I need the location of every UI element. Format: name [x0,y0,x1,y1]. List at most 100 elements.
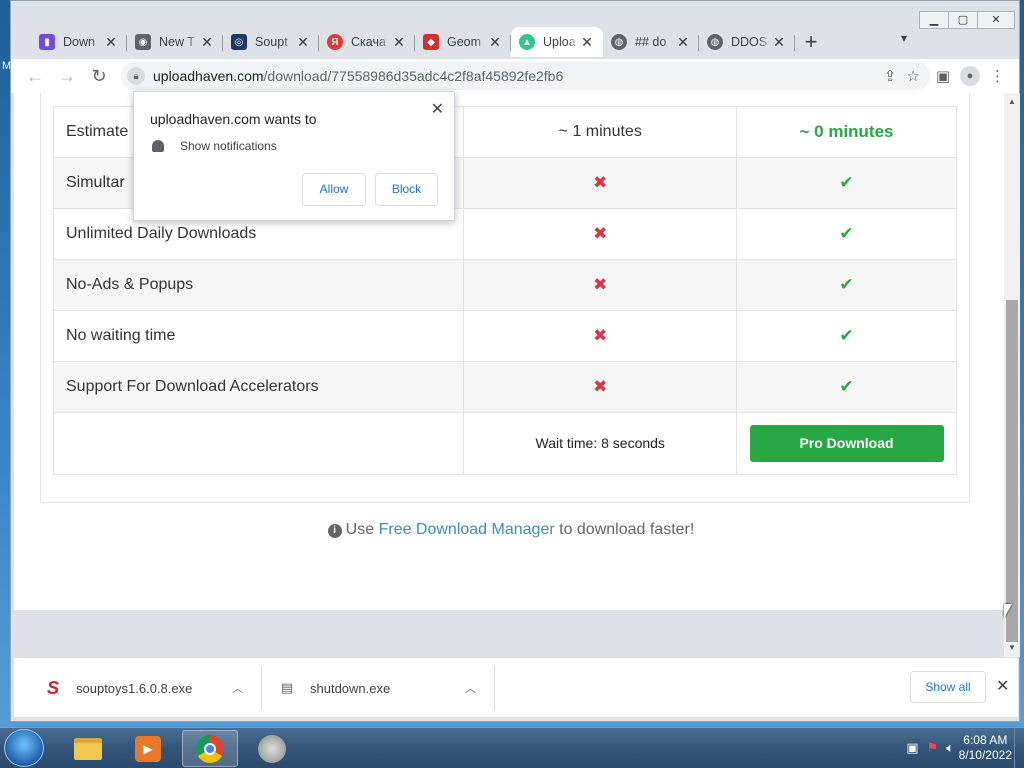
tab-title: New T [159,35,195,49]
tab-6[interactable]: ◍ ## do ✕ [603,27,699,57]
table-row: No waiting time ✖ ✔ [52,310,957,362]
taskbar-chrome[interactable] [182,730,238,767]
table-row: Support For Download Accelerators ✖ ✔ [52,361,957,413]
close-icon[interactable]: ✕ [431,99,444,119]
download-item[interactable]: ▤ shutdown.exe [278,666,390,710]
taskbar-explorer[interactable] [60,730,116,767]
start-button[interactable] [4,729,44,767]
folder-icon [74,737,102,760]
globe-icon: ◍ [611,34,627,50]
back-arrow-icon[interactable]: ← [19,60,51,92]
forward-arrow-icon[interactable]: → [51,60,83,92]
allow-button[interactable]: Allow [302,173,366,206]
table-row: No-Ads & Popups ✖ ✔ [52,259,957,311]
tab-0[interactable]: ▮ Down ✕ [31,27,127,57]
tab-3[interactable]: Я Скача ✕ [319,27,415,57]
clock[interactable]: 6:08 AM 8/10/2022 [959,733,1012,763]
permission-row: Show notifications [152,139,277,153]
action-center-icon[interactable]: ⚑ [927,740,939,756]
purple-app-icon: ▮ [39,34,55,50]
tab-4[interactable]: ◆ Geom ✕ [415,27,511,57]
tab-2[interactable]: ◎ Soupt ✕ [223,27,319,57]
fdm-link[interactable]: Free Download Manager [379,521,555,538]
fdm-prefix: Use [345,521,379,538]
lock-icon[interactable]: 🔒︎ [127,67,145,85]
geometry-icon: ◆ [423,34,439,50]
feature-name: Support For Download Accelerators [52,361,465,413]
share-icon[interactable]: ⇪ [884,67,897,85]
chevron-up-icon[interactable]: ︿ [465,680,476,696]
close-tab-icon[interactable]: ✕ [103,34,119,51]
clock-time: 6:08 AM [963,733,1008,747]
bookmark-star-icon[interactable]: ☆ [906,67,919,85]
tab-title: Soupt [255,35,288,49]
show-all-button[interactable]: Show all [910,671,986,703]
chrome-icon [196,734,224,763]
download-shelf: S souptoys1.6.0.8.exe ︿ ▤ shutdown.exe ︿… [14,657,1018,717]
block-button[interactable]: Block [375,173,438,206]
uploadhaven-icon: ▲ [519,34,535,50]
url-host: uploadhaven.com [153,68,264,84]
globe-icon: ◍ [707,34,723,50]
chevron-up-icon[interactable]: ︿ [232,680,243,696]
scroll-thumb[interactable] [1006,300,1018,642]
address-bar[interactable]: 🔒︎ uploadhaven.com/download/77558986d35a… [121,62,930,90]
close-window-button[interactable]: ✕ [977,11,1015,29]
permission-text: Show notifications [180,139,277,153]
new-tab-button[interactable]: + [795,27,827,57]
download-item[interactable]: S souptoys1.6.0.8.exe [44,666,192,710]
info-icon: i [327,524,342,538]
side-panel-icon[interactable]: ▣ [936,67,950,85]
window-controls: ▁ ▢ ✕ [919,11,1015,29]
download-row: Wait time: 8 seconds Pro Download [52,412,957,475]
close-tab-icon[interactable]: ✕ [771,34,787,51]
divider [494,666,495,710]
tab-title: Скача [351,35,386,49]
close-tab-icon[interactable]: ✕ [579,34,595,51]
feature-name: No-Ads & Popups [52,259,465,311]
cross-icon: ✖ [593,173,608,192]
tab-7[interactable]: ◍ DDOS ✕ [699,27,795,57]
chrome-icon: ◉ [135,34,151,50]
show-desktop-button[interactable] [1014,728,1024,768]
vertical-scrollbar[interactable]: ▲ ▼ [1004,93,1020,657]
taskbar: ▶ ▣ ⚑ 🔈︎ 6:08 AM 8/10/2022 [0,727,1024,768]
scroll-down-icon[interactable]: ▼ [1004,643,1020,657]
download-filename: souptoys1.6.0.8.exe [76,680,193,696]
taskbar-sound[interactable] [244,730,300,767]
browser-window: ▁ ▢ ✕ ▮ Down ✕ ◉ New T ✕ ◎ Soupt ✕ Я Ска… [10,0,1020,722]
profile-avatar-icon[interactable]: ● [960,66,980,86]
scroll-up-icon[interactable]: ▲ [1004,97,1020,111]
notification-title: uploadhaven.com wants to [150,111,317,127]
close-icon[interactable]: ✕ [996,676,1009,696]
feature-name: No waiting time [52,310,465,362]
exe-window-icon: ▤ [280,680,294,695]
speaker-app-icon [258,734,286,763]
minimize-button[interactable]: ▁ [919,11,949,29]
bell-icon [152,140,164,152]
tab-5[interactable]: ▲ Uploa ✕ [511,27,603,57]
tab-1[interactable]: ◉ New T ✕ [127,27,223,57]
empty-cell [52,412,465,475]
tab-title: Uploa [543,35,576,49]
fdm-suffix: to download faster! [554,521,695,538]
close-tab-icon[interactable]: ✕ [391,34,407,51]
cross-icon: ✖ [593,326,608,345]
close-tab-icon[interactable]: ✕ [487,34,503,51]
close-tab-icon[interactable]: ✕ [295,34,311,51]
close-tab-icon[interactable]: ✕ [675,34,691,51]
close-tab-icon[interactable]: ✕ [199,34,215,51]
reload-icon[interactable]: ↻ [83,60,115,92]
url-path: /download/77558986d35adc4c2f8af45892fe2f… [263,68,564,84]
tab-search-chevron-icon[interactable]: ▾ [901,31,907,45]
maximize-button[interactable]: ▢ [948,11,978,29]
taskbar-media-player[interactable]: ▶ [120,730,176,767]
tab-title: DDOS [731,35,768,49]
pro-download-button[interactable]: Pro Download [749,425,944,462]
menu-kebab-icon[interactable]: ⋮ [990,67,1005,85]
cross-icon: ✖ [593,275,608,294]
tab-title: ## do [635,35,667,49]
tab-strip: ▮ Down ✕ ◉ New T ✕ ◎ Soupt ✕ Я Скача ✕ ◆… [31,25,827,57]
network-icon[interactable]: ▣ [906,740,918,756]
volume-icon[interactable]: 🔈︎ [946,740,954,756]
